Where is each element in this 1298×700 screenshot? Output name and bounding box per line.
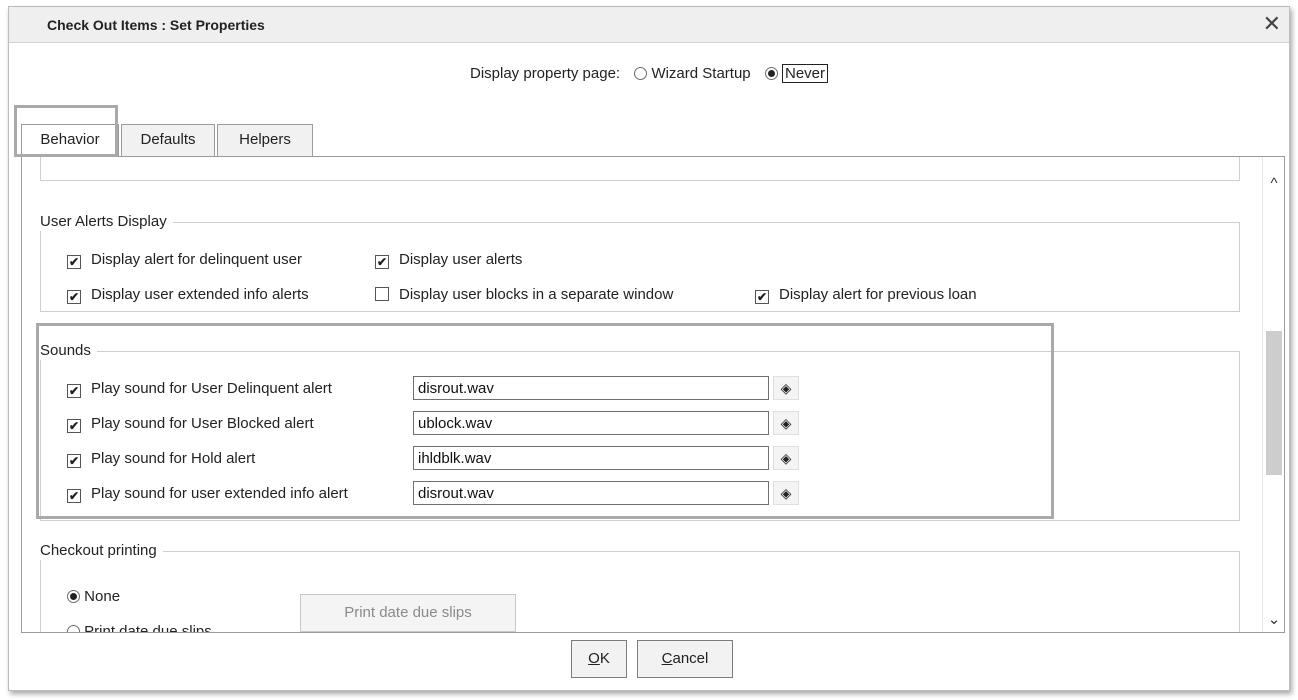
print-date-due-slips-button[interactable]: Print date due slips — [300, 594, 516, 632]
radio-label: None — [84, 588, 121, 605]
browse-sound-blocked-icon[interactable]: ◈ — [773, 411, 799, 435]
behavior-panel: User Alerts Display ✔ Display alert for d… — [21, 156, 1285, 633]
tab-defaults[interactable]: Defaults — [121, 124, 215, 156]
cancel-accelerator: C — [661, 650, 673, 667]
checkbox-label: Play sound for User Blocked alert — [91, 415, 314, 432]
checkbox-sound-delinquent[interactable]: ✔ Play sound for User Delinquent alert — [67, 380, 332, 398]
checkbox-label: Display alert for delinquent user — [91, 251, 302, 268]
radio-print-date-due[interactable]: Print date due slips — [67, 623, 212, 633]
checkbox-unchecked-icon[interactable] — [375, 287, 389, 301]
group-sounds: Sounds ✔ Play sound for User Delinquent a… — [40, 342, 1240, 521]
cancel-label: ancel — [672, 650, 709, 667]
radio-wizard-startup-label: Wizard Startup — [651, 65, 751, 82]
checkbox-blocks-separate-window[interactable]: Display user blocks in a separate window — [375, 286, 673, 303]
browse-sound-delinquent-icon[interactable]: ◈ — [773, 376, 799, 400]
scroll-down-icon[interactable]: ⌄ — [1263, 610, 1284, 630]
radio-never-label: Never — [781, 64, 828, 83]
radio-icon[interactable] — [634, 67, 648, 80]
checkbox-label: Display user alerts — [399, 251, 523, 268]
checkbox-label: Display alert for previous loan — [779, 286, 977, 303]
radio-selected-icon[interactable] — [764, 67, 778, 80]
sound-file-blocked-input[interactable] — [413, 411, 769, 435]
browse-sound-hold-icon[interactable]: ◈ — [773, 446, 799, 470]
group-partial-top — [40, 157, 1240, 181]
scroll-up-icon[interactable]: ^ — [1263, 175, 1284, 195]
checkbox-checked-icon[interactable]: ✔ — [67, 454, 81, 468]
browse-sound-extended-info-icon[interactable]: ◈ — [773, 481, 799, 505]
vertical-scrollbar[interactable]: ^ ⌄ — [1262, 157, 1284, 632]
checkbox-delinquent-user[interactable]: ✔ Display alert for delinquent user — [67, 251, 302, 269]
checkbox-checked-icon[interactable]: ✔ — [755, 290, 769, 304]
checkbox-extended-info-alerts[interactable]: ✔ Display user extended info alerts — [67, 286, 309, 304]
sounds-legend: Sounds — [40, 342, 97, 360]
display-property-row: Display property page: Wizard Startup Ne… — [9, 64, 1289, 83]
group-checkout-printing: Checkout printing None Print date due sl… — [40, 542, 1240, 633]
dialog-title: Check Out Items : Set Properties — [47, 17, 265, 33]
sound-file-hold-input[interactable] — [413, 446, 769, 470]
checkbox-label: Play sound for User Delinquent alert — [91, 380, 332, 397]
radio-never[interactable]: Never — [764, 64, 828, 83]
checkbox-label: Display user blocks in a separate window — [399, 286, 674, 303]
scroll-thumb[interactable] — [1266, 331, 1282, 475]
checkbox-label: Play sound for user extended info alert — [91, 485, 348, 502]
cancel-button[interactable]: Cancel — [637, 640, 733, 678]
tab-behavior[interactable]: Behavior — [21, 124, 119, 157]
ok-label: K — [599, 650, 610, 667]
radio-wizard-startup[interactable]: Wizard Startup — [634, 65, 755, 82]
radio-icon[interactable] — [67, 625, 80, 632]
checkbox-previous-loan[interactable]: ✔ Display alert for previous loan — [755, 286, 977, 304]
user-alerts-legend: User Alerts Display — [40, 213, 173, 231]
checkbox-label: Display user extended info alerts — [91, 286, 309, 303]
radio-print-none[interactable]: None — [67, 588, 120, 605]
checkbox-checked-icon[interactable]: ✔ — [67, 290, 81, 304]
checkbox-checked-icon[interactable]: ✔ — [67, 419, 81, 433]
checkbox-sound-blocked[interactable]: ✔ Play sound for User Blocked alert — [67, 415, 314, 433]
radio-selected-icon[interactable] — [67, 590, 80, 603]
sound-file-delinquent-input[interactable] — [413, 376, 769, 400]
properties-dialog: Check Out Items : Set Properties ✕ Displ… — [8, 6, 1290, 691]
display-property-label: Display property page: — [470, 65, 621, 82]
radio-label: Print date due slips — [84, 623, 212, 633]
checkbox-label: Play sound for Hold alert — [91, 450, 256, 467]
ok-accelerator: O — [588, 650, 600, 667]
checkbox-checked-icon[interactable]: ✔ — [67, 255, 81, 269]
close-icon[interactable]: ✕ — [1263, 13, 1281, 35]
checkbox-checked-icon[interactable]: ✔ — [67, 384, 81, 398]
checkbox-checked-icon[interactable]: ✔ — [67, 489, 81, 503]
checkbox-user-alerts[interactable]: ✔ Display user alerts — [375, 251, 522, 269]
group-user-alerts: User Alerts Display ✔ Display alert for d… — [40, 213, 1240, 312]
tab-helpers[interactable]: Helpers — [217, 124, 313, 156]
checkbox-sound-extended-info[interactable]: ✔ Play sound for user extended info alert — [67, 485, 348, 503]
sound-file-extended-info-input[interactable] — [413, 481, 769, 505]
checkbox-checked-icon[interactable]: ✔ — [375, 255, 389, 269]
checkout-printing-legend: Checkout printing — [40, 542, 163, 560]
ok-button[interactable]: OK — [571, 640, 627, 678]
checkbox-sound-hold[interactable]: ✔ Play sound for Hold alert — [67, 450, 255, 468]
title-bar: Check Out Items : Set Properties ✕ — [9, 7, 1289, 43]
